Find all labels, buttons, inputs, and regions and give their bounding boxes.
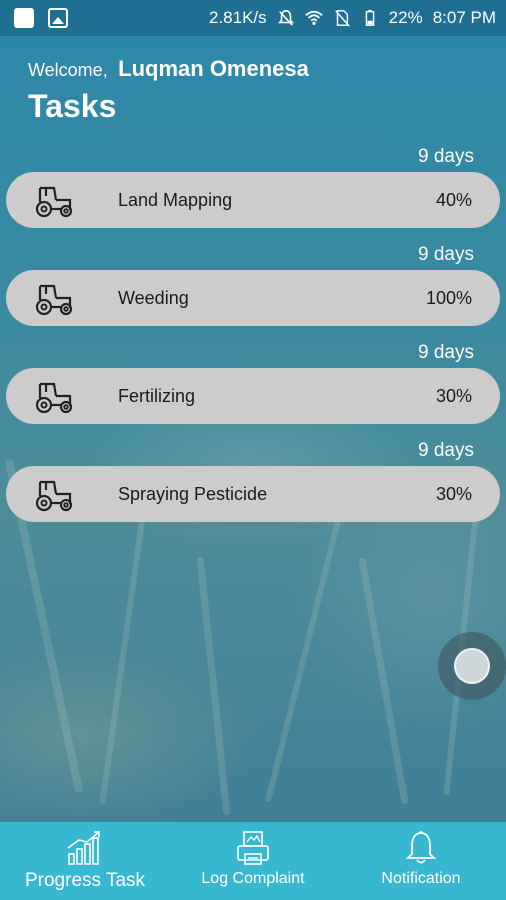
tractor-icon bbox=[35, 480, 73, 512]
task-percent: 30% bbox=[435, 484, 472, 504]
task-name: Land Mapping bbox=[118, 190, 233, 210]
nav-log-complaint[interactable]: Log Complaint bbox=[170, 822, 336, 900]
notification-square-icon bbox=[14, 8, 34, 28]
nav-label: Notification bbox=[381, 870, 461, 887]
clock: 8:07 PM bbox=[432, 8, 496, 27]
network-speed: 2.81K/s bbox=[209, 8, 267, 27]
no-sim-icon bbox=[334, 10, 350, 27]
tractor-icon bbox=[35, 284, 73, 316]
floating-assistive-button[interactable] bbox=[438, 632, 506, 700]
wifi-icon bbox=[304, 10, 323, 26]
task-percent: 40% bbox=[435, 190, 472, 210]
assistive-dot-icon bbox=[454, 648, 490, 684]
battery-percent: 22% bbox=[388, 8, 423, 27]
nav-label: Log Complaint bbox=[201, 870, 305, 887]
task-days: 9 days bbox=[418, 244, 474, 265]
status-bar: 2.81K/s 22% 8:07 PM bbox=[0, 0, 506, 36]
bell-icon bbox=[405, 831, 437, 864]
task-days: 9 days bbox=[418, 146, 474, 167]
task-name: Weeding bbox=[118, 288, 189, 308]
welcome-label: Welcome, bbox=[28, 60, 108, 80]
welcome-line: Welcome, Luqman Omenesa bbox=[28, 56, 309, 82]
tractor-icon bbox=[35, 186, 73, 218]
task-percent: 100% bbox=[425, 288, 472, 308]
mute-bell-icon bbox=[277, 9, 294, 26]
tractor-icon bbox=[35, 382, 73, 414]
task-percent: 30% bbox=[435, 386, 472, 406]
bottom-nav: Progress Task Log Complaint Notification bbox=[0, 822, 506, 900]
nav-progress-task[interactable]: Progress Task bbox=[0, 822, 170, 900]
task-name: Spraying Pesticide bbox=[118, 484, 268, 504]
task-row[interactable]: Fertilizing 30% bbox=[6, 368, 500, 424]
task-row[interactable]: Spraying Pesticide 30% bbox=[6, 466, 500, 522]
complaint-printer-icon bbox=[237, 831, 269, 865]
nav-notification[interactable]: Notification bbox=[336, 822, 506, 900]
image-icon bbox=[48, 8, 68, 28]
task-row[interactable]: Land Mapping 40% bbox=[6, 172, 500, 228]
task-name: Fertilizing bbox=[118, 386, 196, 406]
battery-icon bbox=[365, 9, 374, 26]
task-row[interactable]: Weeding 100% bbox=[6, 270, 500, 326]
task-days: 9 days bbox=[418, 342, 474, 363]
bar-chart-icon bbox=[67, 831, 100, 865]
page-title: Tasks bbox=[28, 88, 117, 124]
user-name: Luqman Omenesa bbox=[118, 56, 309, 81]
status-right: 2.81K/s 22% 8:07 PM bbox=[209, 0, 496, 36]
task-days: 9 days bbox=[418, 440, 474, 461]
nav-label: Progress Task bbox=[24, 870, 146, 891]
